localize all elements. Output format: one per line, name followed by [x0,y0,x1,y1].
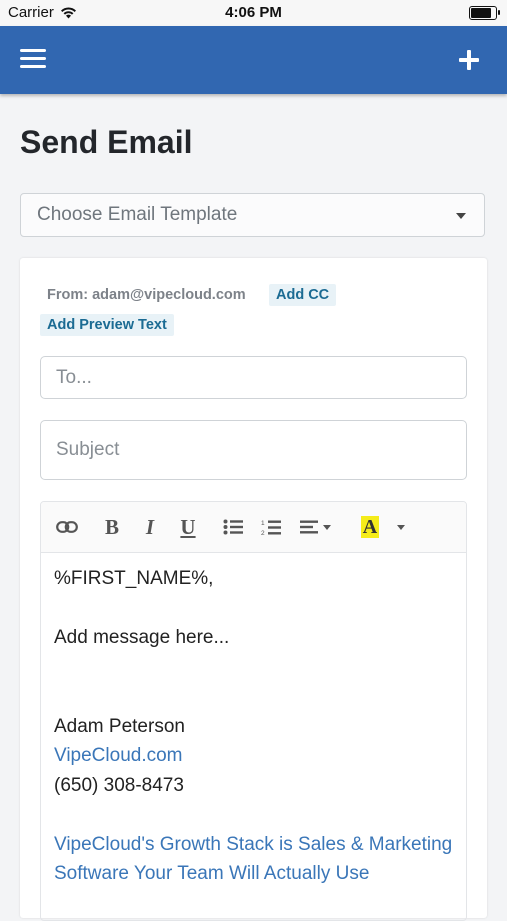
greeting-text: %FIRST_NAME%, [54,568,214,589]
underline-icon[interactable]: U [177,515,199,539]
email-compose-card: From: adam@vipecloud.com Add CC Add Prev… [20,258,487,921]
from-address: From: adam@vipecloud.com [47,287,246,303]
to-field[interactable] [40,356,467,399]
signature-phone: (650) 308-8473 [54,774,184,796]
highlight-dropdown[interactable]: A [357,515,409,539]
numbered-list-icon[interactable]: 1 2 [260,515,282,539]
nav-bar [0,26,507,94]
status-bar: Carrier 4:06 PM [0,0,507,26]
add-cc-button[interactable]: Add CC [269,284,337,306]
rich-text-editor: B I U 1 2 A %FIRST_NAME%, Add message he… [40,501,467,921]
svg-text:1: 1 [261,520,265,527]
align-icon [299,520,318,534]
signature-website-link[interactable]: VipeCloud.com [54,741,454,771]
align-dropdown[interactable] [297,515,333,539]
chevron-down-icon [322,524,331,530]
svg-text:2: 2 [261,530,265,536]
add-preview-text-button[interactable]: Add Preview Text [40,314,174,336]
signature-name: Adam Peterson [54,715,185,737]
battery-icon [469,6,500,20]
editor-content[interactable]: %FIRST_NAME%, Add message here... Adam P… [54,564,454,889]
plus-icon[interactable] [459,50,479,70]
status-time: 4:06 PM [225,4,282,21]
highlight-color-icon: A [360,516,380,538]
chevron-down-icon [456,213,466,219]
page-title: Send Email [20,124,193,160]
bullet-list-icon[interactable] [222,515,244,539]
subject-field[interactable] [40,420,467,480]
message-text: Add message here... [54,627,230,648]
italic-icon[interactable]: I [140,515,160,539]
hamburger-icon[interactable] [20,49,46,69]
editor-toolbar: B I U 1 2 A [41,502,466,553]
footer-link[interactable]: VipeCloud's Growth Stack is Sales & Mark… [54,830,454,889]
link-icon[interactable] [55,515,79,539]
chevron-down-icon [397,524,406,530]
bold-icon[interactable]: B [102,515,122,539]
template-select-placeholder: Choose Email Template [37,204,238,225]
email-template-select[interactable]: Choose Email Template [20,193,485,237]
